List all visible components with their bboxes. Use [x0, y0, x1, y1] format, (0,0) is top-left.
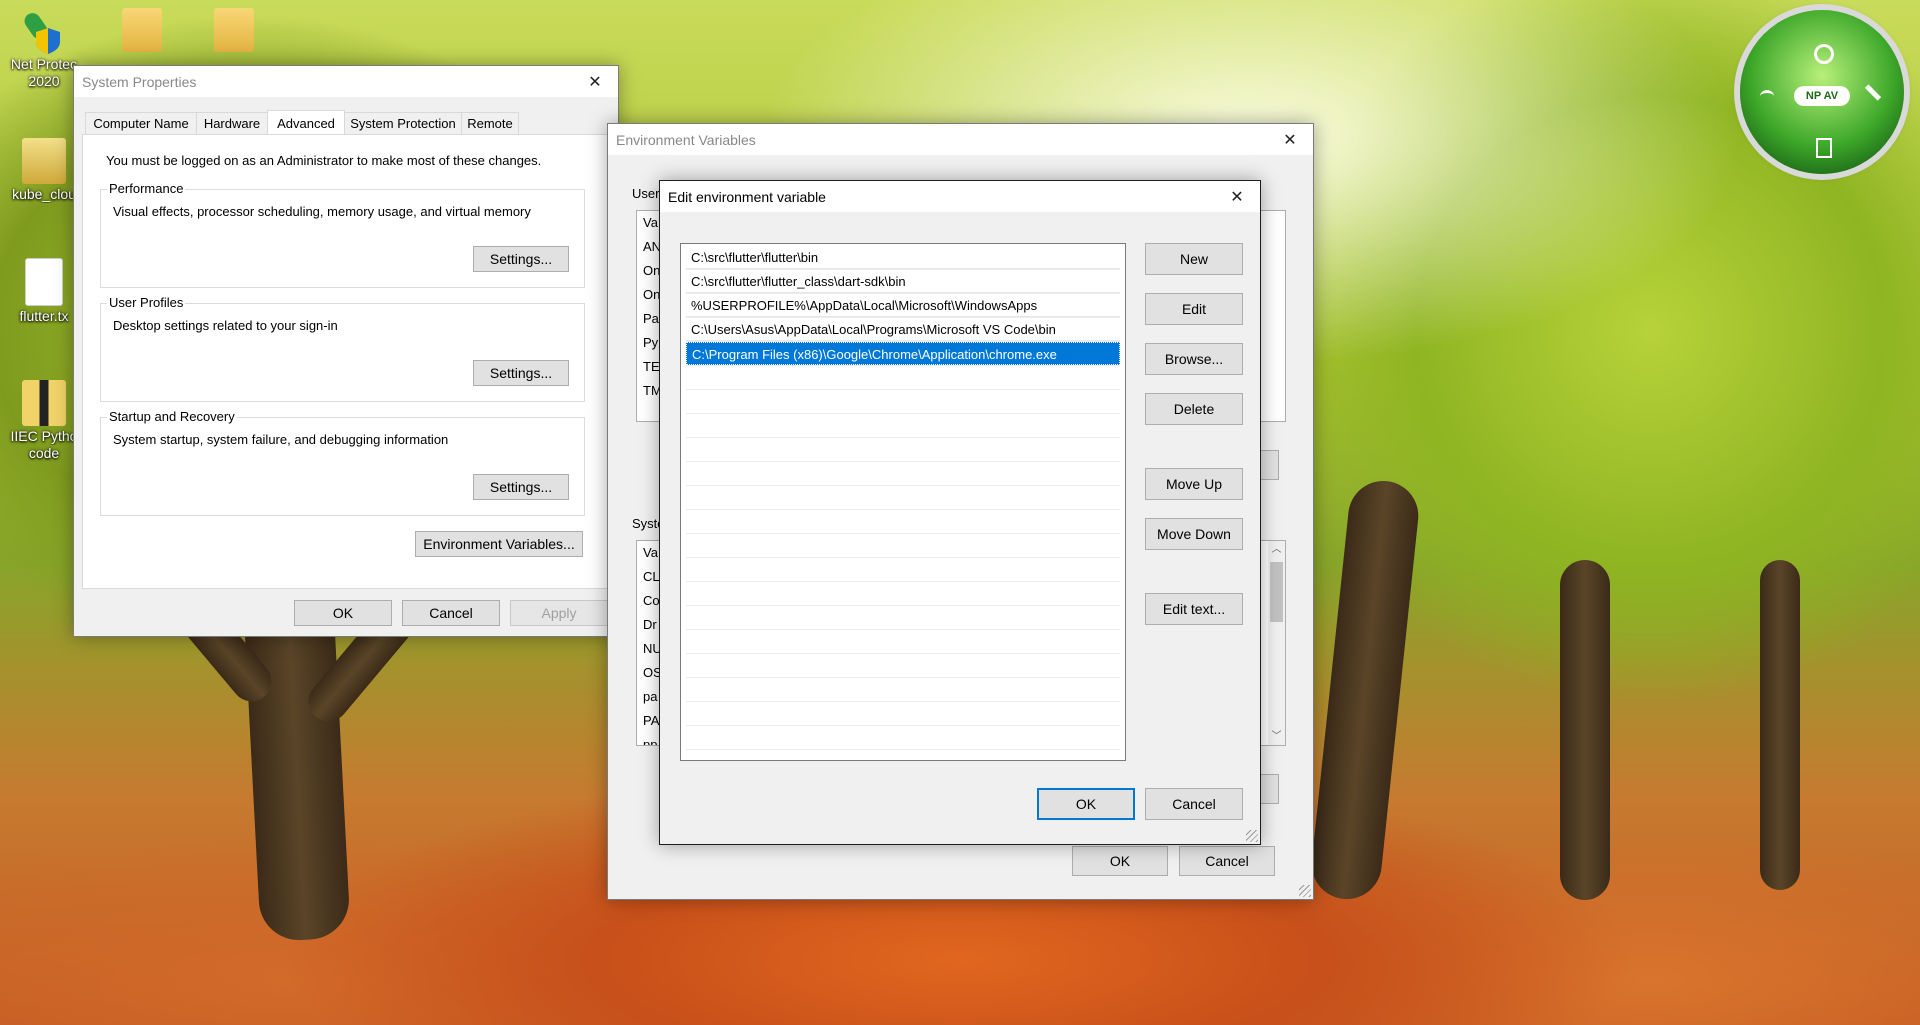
edit-environment-variable-dialog: Edit environment variable ✕ C:\src\flutt… [659, 180, 1261, 845]
group-description: Visual effects, processor scheduling, me… [113, 204, 531, 219]
list-item[interactable]: pa [643, 689, 657, 704]
path-entry-row[interactable]: %USERPROFILE%\AppData\Local\Microsoft\Wi… [686, 294, 1120, 317]
list-item[interactable]: pp [643, 737, 657, 745]
path-entries-list[interactable]: C:\src\flutter\flutter\bin C:\src\flutter… [680, 243, 1126, 761]
ok-button[interactable]: OK [294, 600, 392, 626]
admin-note: You must be logged on as an Administrato… [106, 153, 542, 168]
wrench-icon[interactable] [1864, 84, 1882, 101]
list-item[interactable]: Co [643, 593, 660, 608]
ok-button[interactable]: OK [1072, 846, 1168, 876]
group-description: System startup, system failure, and debu… [113, 432, 449, 447]
title-bar: Edit environment variable ✕ [660, 181, 1260, 212]
zip-folder-icon [22, 380, 66, 426]
folder-icon [214, 8, 254, 52]
scroll-thumb[interactable] [1270, 562, 1283, 622]
ok-button[interactable]: OK [1037, 788, 1135, 820]
move-up-button[interactable]: Move Up [1145, 468, 1243, 500]
list-item[interactable]: CL [643, 569, 660, 584]
window-title: Environment Variables [616, 131, 756, 148]
startup-settings-button[interactable]: Settings... [473, 474, 569, 500]
close-icon[interactable]: ✕ [1214, 181, 1260, 212]
path-entry-row[interactable]: C:\src\flutter\flutter_class\dart-sdk\bi… [686, 270, 1120, 293]
shield-app-icon [22, 8, 66, 54]
path-entry-row[interactable]: C:\Users\Asus\AppData\Local\Programs\Mic… [686, 318, 1120, 341]
scroll-up-icon[interactable]: ︿ [1268, 541, 1285, 558]
apply-button[interactable]: Apply [510, 600, 608, 626]
desktop-icon-folder[interactable] [192, 8, 276, 54]
tab-panel-advanced: You must be logged on as an Administrato… [82, 134, 608, 589]
tab-remote[interactable]: Remote [461, 112, 519, 134]
edit-text-button[interactable]: Edit text... [1145, 593, 1243, 625]
desktop-icon-folder[interactable] [100, 8, 184, 54]
environment-variables-button[interactable]: Environment Variables... [415, 531, 583, 557]
title-bar: System Properties ✕ [74, 66, 618, 97]
tab-strip: Computer Name Hardware System Protection… [85, 109, 605, 139]
search-icon[interactable] [1814, 44, 1834, 64]
refresh-icon[interactable] [1760, 90, 1774, 103]
list-item[interactable]: On [643, 263, 660, 278]
av-badge: NP AV [1794, 86, 1850, 106]
user-variables-label: User [632, 186, 660, 201]
entries-container: C:\src\flutter\flutter\bin C:\src\flutter… [686, 246, 1120, 760]
scroll-down-icon[interactable]: ﹀ [1268, 728, 1285, 745]
tree-trunk [1308, 477, 1422, 903]
delete-button[interactable]: Delete [1145, 393, 1243, 425]
document-icon[interactable] [1816, 138, 1832, 158]
list-item[interactable]: Dr [643, 617, 657, 632]
list-item[interactable]: PA [643, 713, 659, 728]
edit-button[interactable]: Edit [1145, 293, 1243, 325]
window-title: Edit environment variable [668, 188, 826, 205]
user-profiles-group: User Profiles Desktop settings related t… [100, 295, 585, 402]
folder-icon [122, 8, 162, 52]
list-item[interactable]: Va [643, 545, 658, 560]
close-icon[interactable]: ✕ [572, 66, 618, 97]
path-entry-row[interactable]: C:\Program Files (x86)\Google\Chrome\App… [686, 342, 1120, 365]
folder-icon [22, 138, 66, 184]
performance-group: Performance Visual effects, processor sc… [100, 181, 585, 288]
cancel-button[interactable]: Cancel [402, 600, 500, 626]
new-button[interactable]: New [1145, 243, 1243, 275]
text-file-icon [25, 258, 63, 306]
list-item[interactable]: Py [643, 335, 658, 350]
tree-trunk [1560, 560, 1610, 900]
tab-computer-name[interactable]: Computer Name [85, 112, 197, 134]
cancel-button[interactable]: Cancel [1145, 788, 1243, 820]
system-properties-window: System Properties ✕ Computer Name Hardwa… [73, 65, 619, 637]
group-legend: Startup and Recovery [107, 409, 237, 424]
user-profiles-settings-button[interactable]: Settings... [473, 360, 569, 386]
browse-button[interactable]: Browse... [1145, 343, 1243, 375]
window-title: System Properties [82, 73, 197, 90]
resize-grip-icon[interactable] [1246, 830, 1258, 842]
performance-settings-button[interactable]: Settings... [473, 246, 569, 272]
startup-recovery-group: Startup and Recovery System startup, sys… [100, 409, 585, 516]
list-item[interactable]: Pa [643, 311, 659, 326]
tab-advanced[interactable]: Advanced [267, 110, 345, 135]
cancel-button[interactable]: Cancel [1179, 846, 1275, 876]
tree-trunk [1760, 560, 1800, 890]
av-badge-label: NP AV [1805, 90, 1839, 102]
title-bar: Environment Variables ✕ [608, 124, 1313, 155]
tab-hardware[interactable]: Hardware [196, 112, 268, 134]
group-legend: Performance [107, 181, 186, 196]
group-description: Desktop settings related to your sign-in [113, 318, 338, 333]
close-icon[interactable]: ✕ [1267, 124, 1313, 155]
vertical-scrollbar[interactable]: ︿ ﹀ [1268, 541, 1285, 745]
list-item[interactable]: Va [643, 215, 658, 230]
group-legend: User Profiles [107, 295, 186, 310]
antivirus-widget-icon[interactable]: NP AV [1740, 10, 1904, 174]
tab-system-protection[interactable]: System Protection [344, 112, 462, 134]
list-item[interactable]: TE [643, 359, 660, 374]
list-item[interactable]: On [643, 287, 660, 302]
resize-grip-icon[interactable] [1299, 885, 1311, 897]
move-down-button[interactable]: Move Down [1145, 518, 1243, 550]
path-entry-row[interactable]: C:\src\flutter\flutter\bin [686, 246, 1120, 269]
